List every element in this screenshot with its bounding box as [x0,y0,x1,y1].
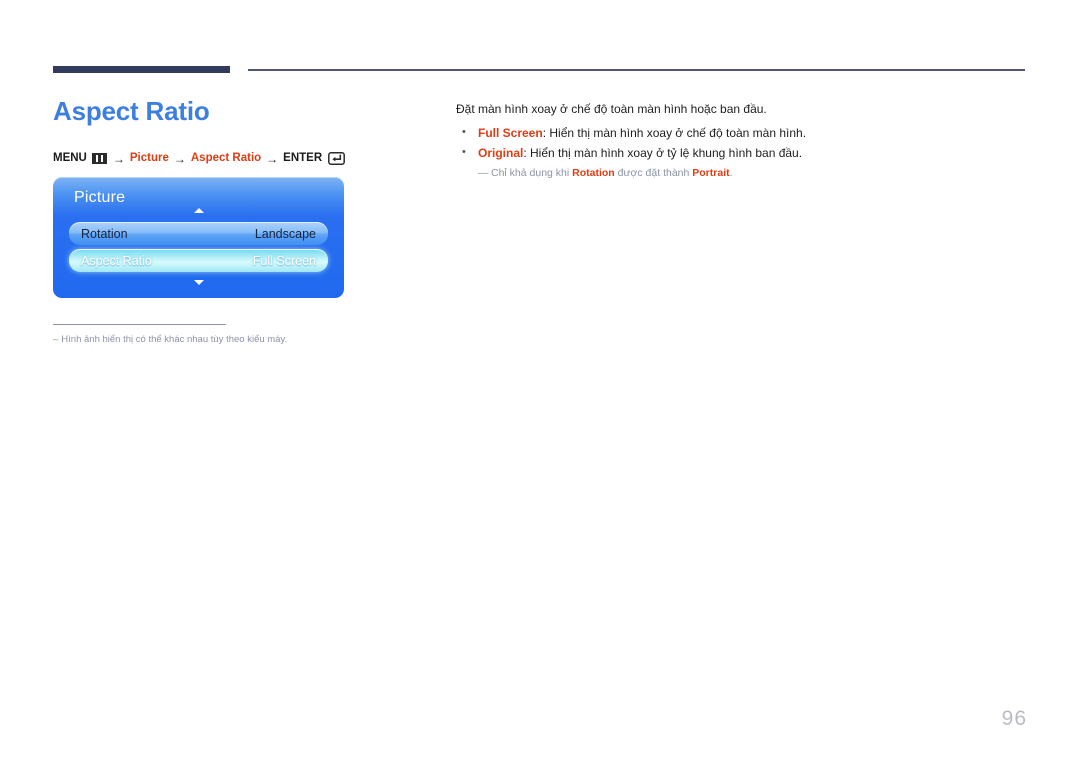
osd-menu-panel: Picture Rotation Landscape Aspect Ratio … [53,177,344,298]
subnote-pre: Chỉ khả dụng khi [491,166,573,179]
bullet-term-full-screen: Full Screen [478,126,543,141]
subnote-post: . [729,166,733,179]
footnote: – Hình ảnh hiển thị có thể khác nhau tùy … [53,333,287,347]
breadcrumb-arrow-1: → [112,151,125,166]
footnote-dash: – [53,334,59,345]
osd-row-aspect-ratio[interactable]: Aspect Ratio Full Screen [69,249,328,272]
osd-row-aspect-ratio-value: Full Screen [252,253,316,268]
subnote-mid: được đặt thành [614,166,693,179]
osd-row-rotation[interactable]: Rotation Landscape [69,222,328,245]
breadcrumb-arrow-3: → [266,151,279,166]
bullet-dot: • [462,126,466,139]
header-rule-thick [53,66,230,73]
chevron-up-icon[interactable] [193,208,204,213]
breadcrumb-enter-label: ENTER [283,151,323,164]
content-subnote: — Chỉ khả dụng khi Rotation được đặt thà… [478,165,1026,182]
enter-return-icon [328,152,346,165]
bullet-body: Full Screen: Hiển thị màn hình xoay ở ch… [478,123,806,143]
breadcrumb-step-picture[interactable]: Picture [130,152,169,165]
osd-row-rotation-value: Landscape [254,226,316,241]
content-lead: Đặt màn hình xoay ở chế độ toàn màn hình… [456,102,767,116]
header-rule-thin [248,69,1025,71]
bullet-body: Original: Hiển thị màn hình xoay ở tỷ lệ… [478,143,802,163]
page-title: Aspect Ratio [53,96,210,126]
osd-panel-title: Picture [74,189,126,206]
breadcrumb-step-aspect-ratio[interactable]: Aspect Ratio [191,152,261,165]
subnote-term-rotation: Rotation [572,166,615,179]
bullet-term-original: Original [478,146,524,161]
footnote-text: Hình ảnh hiển thị có thể khác nhau tùy t… [61,334,288,345]
breadcrumb-menu-label: MENU [53,151,87,164]
page-number: 96 [1001,707,1027,730]
osd-row-rotation-label: Rotation [81,226,128,241]
breadcrumb-arrow-2: → [173,151,186,166]
list-item: • Original: Hiển thị màn hình xoay ở tỷ … [462,143,1026,163]
bullet-rest: : Hiển thị màn hình xoay ở chế độ toàn m… [542,126,807,141]
list-item: • Full Screen: Hiển thị màn hình xoay ở … [462,123,1026,143]
chevron-down-icon[interactable] [193,280,204,285]
menu-bars-icon [91,153,107,164]
subnote-dash: — [478,166,489,179]
content-column: Đặt màn hình xoay ở chế độ toàn màn hình… [456,100,1026,181]
subnote-term-portrait: Portrait [692,166,730,179]
footnote-divider [53,324,226,325]
subnote-body: Chỉ khả dụng khi Rotation được đặt thành… [491,165,733,182]
bullet-rest: : Hiển thị màn hình xoay ở tỷ lệ khung h… [523,146,803,161]
breadcrumb: MENU → Picture → Aspect Ratio → ENTER [53,151,346,166]
bullet-dot: • [462,146,466,159]
osd-row-aspect-ratio-label: Aspect Ratio [81,253,152,268]
